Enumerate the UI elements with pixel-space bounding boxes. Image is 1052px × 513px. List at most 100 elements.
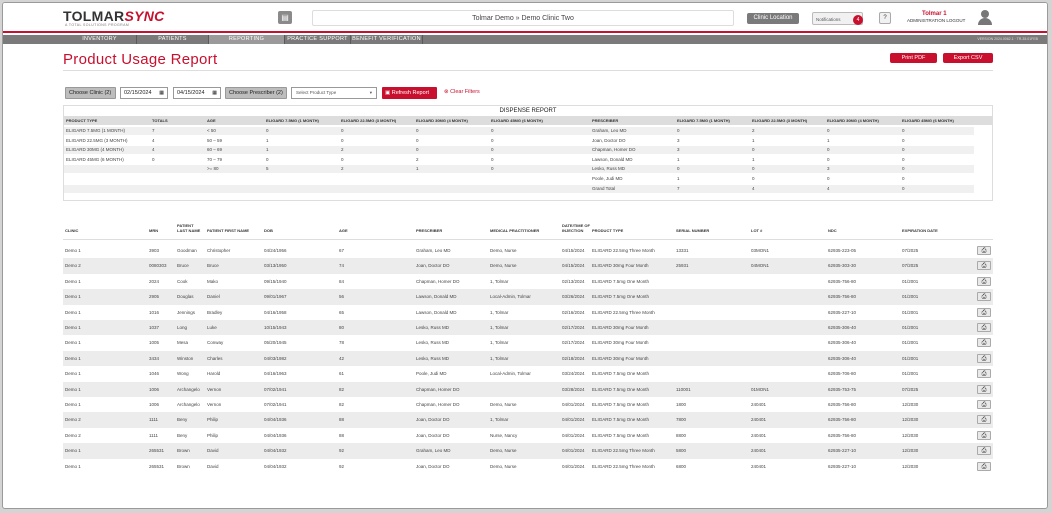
folder-icon[interactable]: ▤ (278, 11, 292, 24)
table-cell: Demo 1 (65, 355, 81, 361)
table-cell: Demo 1 (65, 248, 81, 253)
table-cell: 12/2030 (902, 432, 919, 438)
dispense-prescriber-value: 1 (827, 137, 830, 143)
nav-item-reporting[interactable]: REPORTING (209, 35, 285, 44)
export-csv-button[interactable]: Export CSV (943, 53, 993, 63)
breadcrumb: Tolmar Demo » Demo Clinic Two (312, 10, 734, 26)
table-cell: 12/2030 (902, 448, 919, 454)
table-cell: Joan, Doctor DO (416, 463, 450, 469)
nav-item-inventory[interactable]: INVENTORY (63, 35, 137, 44)
dispense-product-total: 4 (152, 137, 155, 143)
table-cell: 1005 (149, 340, 160, 346)
clinic-location-button[interactable]: Clinic Location (747, 13, 799, 24)
refresh-report-button[interactable]: ▣ Refresh Report (382, 87, 437, 99)
dispense-age-value: 1 (266, 147, 269, 153)
table-cell: Demo 1 (65, 340, 81, 346)
table-cell: 62935-706-80 (828, 371, 857, 377)
table-cell: 1, Tolmar (490, 355, 509, 361)
product-type-placeholder: Select Product Type (296, 90, 337, 95)
dispense-prescriber-value: 3 (677, 147, 680, 153)
printer-icon[interactable]: ⎙ (977, 384, 991, 394)
table-cell: 240401 (751, 448, 767, 454)
table-cell: Chapman, Homer DO (416, 386, 460, 392)
table-cell: Archangelo (177, 402, 200, 407)
printer-icon[interactable]: ⎙ (977, 276, 991, 286)
dispense-age-bucket: >= 80 (207, 166, 219, 172)
dispense-age-value: 0 (416, 128, 419, 133)
table-cell: 04/01/2024 (562, 402, 585, 407)
printer-icon[interactable]: ⎙ (977, 461, 991, 471)
user-links[interactable]: ADMINISTRATION LOGOUT (907, 18, 965, 23)
printer-icon[interactable]: ⎙ (977, 446, 991, 456)
dispense-prescriber-name: Chapman, Homer DO (592, 147, 636, 153)
product-type-select[interactable]: Select Product Type ▾ (291, 87, 377, 99)
printer-icon[interactable]: ⎙ (977, 292, 991, 302)
printer-icon[interactable]: ⎙ (977, 430, 991, 440)
table-header-cell: PRESCRIBER (416, 228, 443, 233)
printer-icon[interactable]: ⎙ (977, 323, 991, 332)
dispense-prescriber-value: 0 (677, 128, 680, 133)
table-cell: Luke (207, 325, 217, 330)
dispense-prescriber-value: 0 (827, 156, 830, 162)
table-cell: 04/01/2024 (562, 417, 585, 423)
logo: TOLMARSYNC (63, 8, 165, 24)
printer-icon[interactable]: ⎙ (977, 338, 991, 348)
printer-icon[interactable]: ⎙ (977, 246, 991, 255)
table-row: Demo 1 265531 Brown David 04/04/1932 92 Joan, … (63, 459, 993, 474)
table-row: Demo 1 1005 Mesa Conway 05/20/1945 78 Lesko, R… (63, 335, 993, 350)
table-cell: Demo 2 (65, 263, 81, 269)
table-cell: Cook (177, 278, 188, 284)
choose-prescriber-button[interactable]: Choose Prescriber (2) (225, 87, 287, 99)
table-cell: 01/2001 (902, 278, 919, 284)
avatar-icon[interactable] (977, 10, 993, 26)
calendar-icon[interactable]: ▦ (212, 88, 217, 98)
dispense-header-cell: ELIGARD 22.5MG (3 MONTH) (341, 118, 397, 123)
printer-icon[interactable]: ⎙ (977, 353, 991, 363)
nav-item-patients[interactable]: PATIENTS (137, 35, 209, 44)
help-button[interactable]: ? (879, 12, 891, 24)
dispense-age-bucket: 50 – 59 (207, 137, 223, 143)
print-pdf-button[interactable]: Print PDF (890, 53, 937, 63)
nav-item-benefit-verification[interactable]: BENEFIT VERIFICATION (351, 35, 423, 44)
dispense-prescriber-value: 0 (752, 166, 755, 172)
date-from-input[interactable]: 02/15/2024 ▦ (120, 87, 168, 99)
table-cell: Joan, Doctor DO (416, 432, 450, 438)
dispense-prescriber-value: 0 (902, 176, 905, 181)
table-cell: Mako (207, 278, 219, 284)
table-cell: Demo, Nurse (490, 263, 517, 269)
table-cell: 84 (339, 278, 345, 284)
table-cell: Joan, Doctor DO (416, 417, 450, 423)
table-cell: 1, Tolmar (490, 325, 509, 330)
nav-item-practice-support[interactable]: PRACTICE SUPPORT (285, 35, 351, 44)
dispense-age-value: 2 (341, 147, 344, 153)
table-cell: Beny (177, 417, 188, 423)
printer-icon[interactable]: ⎙ (977, 415, 991, 425)
notifications-button[interactable]: Notifications 4 (812, 12, 863, 25)
printer-icon[interactable]: ⎙ (977, 369, 991, 379)
date-to-input[interactable]: 04/15/2024 ▦ (173, 87, 221, 99)
dispense-age-value: 0 (491, 147, 494, 153)
table-cell: 61 (339, 371, 345, 377)
table-cell: 62935-303-30 (828, 263, 857, 269)
dispense-prescriber-value: 0 (752, 147, 755, 153)
choose-clinic-button[interactable]: Choose Clinic (2) (65, 87, 116, 99)
table-cell: Goodman (177, 248, 197, 253)
calendar-icon[interactable]: ▦ (159, 88, 164, 98)
table-cell: 240401 (751, 432, 767, 438)
printer-icon[interactable]: ⎙ (977, 307, 991, 317)
table-cell: Nurse, Nancy (490, 432, 518, 438)
printer-icon[interactable]: ⎙ (977, 400, 991, 409)
table-cell: Vernon (207, 402, 222, 407)
table-cell: Charles (207, 355, 223, 361)
table-cell: Long (177, 325, 188, 330)
dispense-header-cell: ELIGARD 7.5MG (1 MONTH) (266, 118, 319, 123)
table-cell: ELIGARD 30mg Four Month (592, 325, 649, 330)
table-cell: 03/13/1950 (264, 263, 287, 269)
table-cell: Demo 2 (65, 417, 81, 423)
clear-filters-link[interactable]: ⊗ Clear Filters (444, 89, 480, 95)
table-cell: ELIGARD 30mg Four Month (592, 340, 649, 346)
printer-icon[interactable]: ⎙ (977, 261, 991, 271)
table-row: Demo 1 1046 Wong Harold 04/16/1963 61 Poole, J… (63, 366, 993, 381)
table-row: Demo 1 1006 Archangelo Vernon 07/02/1941 82 Ch… (63, 397, 993, 412)
table-cell: ELIGARD 30mg Four Month (592, 263, 649, 269)
